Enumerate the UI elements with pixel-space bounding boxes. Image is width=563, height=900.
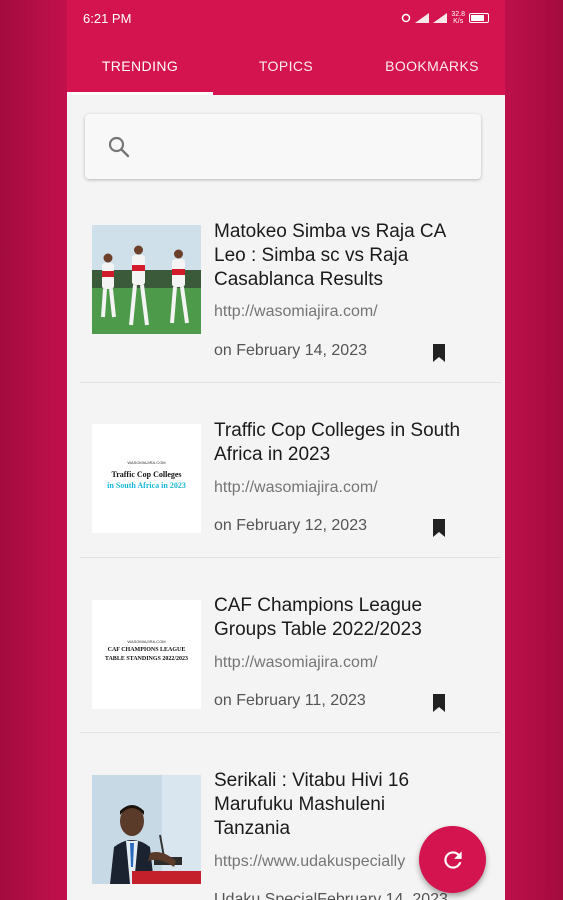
article-url: http://wasomiajira.com/: [214, 303, 378, 320]
search-icon: [108, 136, 130, 157]
speed-unit: K/s: [453, 18, 464, 25]
article-item[interactable]: WASOMIAJIRA.COM Traffic Cop Colleges in …: [80, 383, 501, 558]
app-screen: 6:21 PM 32.8 K/s TRENDING TOPICS BOOKMAR…: [67, 0, 505, 900]
article-title[interactable]: Traffic Cop Colleges in South Africa in …: [214, 419, 464, 467]
signal-icon-2: [433, 13, 448, 23]
article-thumbnail[interactable]: WASOMIAJIRA.COM Traffic Cop Colleges in …: [92, 424, 201, 533]
status-time: 6:21 PM: [83, 10, 132, 26]
article-title[interactable]: CAF Champions League Groups Table 2022/2…: [214, 594, 464, 642]
speaker-photo: [92, 775, 201, 884]
thumbnail-line-2: TABLE STANDINGS 2022/2023: [104, 656, 189, 662]
thumbnail-site-label: WASOMIAJIRA.COM: [127, 460, 166, 465]
article-date: on February 12, 2023: [214, 517, 367, 534]
tab-bar: TRENDING TOPICS BOOKMARKS: [67, 36, 505, 95]
article-thumbnail[interactable]: WASOMIAJIRA.COM CAF CHAMPIONS LEAGUE TAB…: [92, 600, 201, 709]
tab-trending[interactable]: TRENDING: [67, 36, 213, 95]
speed-value: 32.8: [451, 11, 465, 18]
article-url: http://wasomiajira.com/: [214, 654, 378, 671]
thumbnail-line-1: CAF CHAMPIONS LEAGUE: [107, 647, 186, 653]
article-thumbnail[interactable]: [92, 225, 201, 334]
signal-icon: [415, 13, 430, 23]
bookmark-icon[interactable]: [432, 519, 446, 537]
article-url: http://wasomiajira.com/: [214, 479, 378, 496]
hotspot-icon: [402, 13, 411, 23]
bookmark-icon[interactable]: [432, 344, 446, 362]
article-title[interactable]: Matokeo Simba vs Raja CA Leo : Simba sc …: [214, 220, 464, 292]
thumbnail-site-label: WASOMIAJIRA.COM: [127, 639, 166, 644]
tab-bookmarks[interactable]: BOOKMARKS: [359, 36, 505, 95]
status-bar: 6:21 PM 32.8 K/s: [67, 0, 505, 36]
article-date: Udaku SpecialFebruary 14, 2023: [214, 891, 448, 900]
refresh-icon: [443, 850, 462, 869]
tab-topics[interactable]: TOPICS: [213, 36, 359, 95]
refresh-button[interactable]: [419, 826, 486, 893]
article-title[interactable]: Serikali : Vitabu Hivi 16 Marufuku Mashu…: [214, 769, 464, 841]
bookmark-icon[interactable]: [432, 694, 446, 712]
article-thumbnail[interactable]: [92, 775, 201, 884]
article-url: https://www.udakuspecially: [214, 853, 406, 870]
article-date: on February 11, 2023: [214, 692, 366, 709]
battery-icon: [469, 13, 489, 23]
app-bar: 6:21 PM 32.8 K/s TRENDING TOPICS BOOKMAR…: [67, 0, 505, 95]
network-speed: 32.8 K/s: [451, 11, 465, 25]
status-icons: 32.8 K/s: [401, 11, 489, 25]
article-item[interactable]: Matokeo Simba vs Raja CA Leo : Simba sc …: [80, 200, 501, 383]
football-players-image: [92, 225, 201, 334]
article-item[interactable]: WASOMIAJIRA.COM CAF CHAMPIONS LEAGUE TAB…: [80, 558, 501, 733]
search-input[interactable]: [85, 114, 481, 179]
thumbnail-line-2: in South Africa in 2023: [107, 481, 186, 490]
thumbnail-line-1: Traffic Cop Colleges: [111, 470, 182, 479]
article-date: on February 14, 2023: [214, 342, 367, 359]
